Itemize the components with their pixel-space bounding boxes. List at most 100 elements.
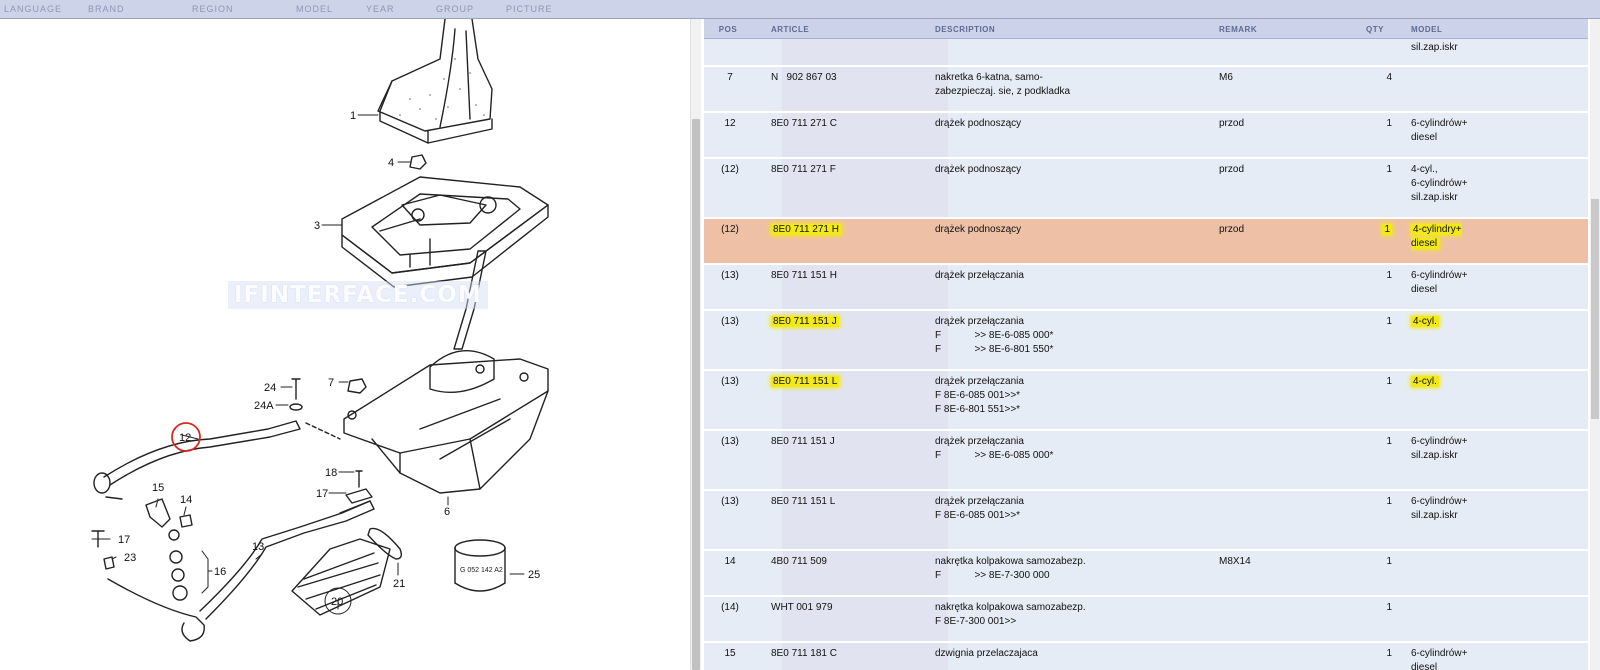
model-text: 4-cyl. [1411, 376, 1439, 387]
table-row[interactable]: (12) 8E0 711 271 H drążek podnoszący przod 1… [704, 219, 1588, 265]
model-text: 6-cylindrów+ sil.zap.iskr [1411, 496, 1468, 521]
cell-article: 8E0 711 151 L [771, 375, 840, 389]
table-row[interactable]: (12) 8E0 711 271 F drążek podnoszący przod 1… [704, 159, 1588, 219]
header-qty[interactable]: QTY [1366, 25, 1384, 34]
table-row[interactable]: (13) 8E0 711 151 L drążek przełączania F 8… [704, 371, 1588, 431]
pos-text: (12) [721, 224, 739, 235]
cell-pos: (13) [710, 435, 750, 449]
pos-text: 12 [724, 118, 736, 129]
desc-text: drążek podnoszący [935, 118, 1022, 129]
dashed-guide-drawing [305, 422, 341, 440]
desc-text: drążek przełączania F 8E-6-085 001>>* [935, 496, 1024, 521]
nav-group[interactable]: GROUP [436, 4, 474, 14]
callout-7[interactable]: 7 [328, 377, 334, 389]
pos-text: (13) [721, 270, 739, 281]
cell-desc: drążek przełączania F 8E-6-085 001>>* F … [935, 375, 1024, 417]
nut-7-drawing [347, 378, 367, 394]
desc-text: nakretka 6-katna, samo- zabezpieczaj. si… [935, 72, 1071, 97]
cell-model: 6-cylindrów+ sil.zap.iskr [1411, 435, 1467, 463]
cell-remark: przod [1219, 163, 1244, 177]
sleeve-stamp: G 052 142 A2 [460, 567, 503, 574]
callout-21[interactable]: 21 [393, 578, 405, 590]
callout-13[interactable]: 13 [252, 541, 264, 553]
article-text: 8E0 711 151 J [771, 316, 839, 327]
model-text: 6-cylindrów+ diesel [1411, 648, 1468, 670]
table-row[interactable]: 14 4B0 711 509 nakrętka kolpakowa samozabe… [704, 551, 1588, 597]
table-row[interactable]: sil.zap.iskr [704, 39, 1588, 67]
table-scrollbar[interactable] [1590, 19, 1600, 670]
callout-14[interactable]: 14 [180, 494, 192, 506]
desc-text: nakrętka kolpakowa samozabezp. F >> 8E-7… [935, 556, 1086, 581]
table-row[interactable]: (14) WHT 001 979 nakrętka kolpakowa samoza… [704, 597, 1588, 643]
cell-article: WHT 001 979 [771, 601, 833, 615]
cell-desc: dzwignia przelaczajaca [935, 647, 1038, 661]
qty-text: 1 [1386, 316, 1392, 327]
cell-article: 8E0 711 151 J [771, 435, 835, 449]
header-article[interactable]: ARTICLE [771, 25, 809, 34]
callout-3[interactable]: 3 [314, 220, 320, 232]
pos-text: (13) [721, 496, 739, 507]
cell-article: 8E0 711 151 L [771, 495, 835, 509]
washer-24a-drawing [289, 403, 303, 411]
qty-text: 1 [1386, 496, 1392, 507]
qty-text: 4 [1386, 72, 1392, 83]
diagram-scrollbar[interactable] [690, 19, 701, 670]
table-row[interactable]: (13) 8E0 711 151 J drążek przełączania F >… [704, 431, 1588, 491]
table-row[interactable]: 15 8E0 711 181 C dzwignia przelaczajaca 1 6-… [704, 643, 1588, 670]
callout-1[interactable]: 1 [350, 110, 356, 122]
nav-brand[interactable]: BRAND [88, 4, 125, 14]
cell-pos: (13) [710, 315, 750, 329]
callout-24[interactable]: 24 [264, 382, 276, 394]
table-row[interactable]: 12 8E0 711 271 C drążek podnoszący przod 1 6-… [704, 113, 1588, 159]
cell-desc: nakrętka kolpakowa samozabezp. F 8E-7-30… [935, 601, 1086, 629]
table-row[interactable]: (13) 8E0 711 151 J drążek przełączania F >… [704, 311, 1588, 371]
article-text: 8E0 711 151 L [771, 376, 840, 387]
qty-text: 1 [1386, 270, 1392, 281]
nav-region[interactable]: REGION [192, 4, 234, 14]
pos-text: 15 [724, 648, 736, 659]
table-row[interactable]: (13) 8E0 711 151 L drążek przełączania F 8… [704, 491, 1588, 551]
callout-18[interactable]: 17 [316, 488, 328, 500]
table-scrollbar-thumb[interactable] [1591, 199, 1599, 419]
model-text: 4-cyl., 6-cylindrów+ sil.zap.iskr [1411, 164, 1468, 203]
cell-article: 8E0 711 151 H [771, 269, 837, 283]
cover-plate-drawing [341, 176, 549, 288]
callout-19[interactable]: 18 [325, 467, 337, 479]
table-row[interactable]: (13) 8E0 711 151 H drążek przełączania 1 6-c… [704, 265, 1588, 311]
cell-pos: 14 [710, 555, 750, 569]
callout-4[interactable]: 4 [388, 157, 394, 169]
nav-language[interactable]: LANGUAGE [4, 4, 62, 14]
pos-text: (13) [721, 436, 739, 447]
callout-16[interactable]: 16 [214, 566, 226, 578]
callout-6[interactable]: 6 [444, 506, 450, 518]
cell-qty: 1 [1372, 269, 1392, 283]
nav-picture[interactable]: PICTURE [506, 4, 553, 14]
callout-25[interactable]: 25 [528, 569, 540, 581]
cell-qty: 1 [1372, 601, 1392, 615]
nav-year[interactable]: YEAR [366, 4, 395, 14]
cell-article: 8E0 711 271 H [771, 223, 841, 237]
cell-desc: drążek podnoszący [935, 223, 1021, 237]
callout-12[interactable]: 12 [179, 432, 191, 444]
header-model[interactable]: MODEL [1411, 25, 1442, 34]
header-description[interactable]: DESCRIPTION [935, 25, 995, 34]
model-text: 6-cylindrów+ diesel [1411, 270, 1468, 295]
callout-20[interactable]: 20 [331, 596, 343, 608]
nav-model[interactable]: MODEL [296, 4, 333, 14]
table-header: POS ARTICLE DESCRIPTION REMARK QTY MODEL [704, 19, 1588, 39]
diagram-scrollbar-thumb[interactable] [692, 119, 700, 670]
callout-23[interactable]: 23 [124, 552, 136, 564]
callout-24a[interactable]: 24A [254, 400, 274, 412]
table-row[interactable]: 7 N 902 867 03 nakretka 6-katna, samo- zab… [704, 67, 1588, 113]
desc-text: drążek przełączania F >> 8E-6-085 000* F… [935, 316, 1054, 355]
cell-model: sil.zap.iskr [1411, 41, 1458, 55]
model-text: 6-cylindrów+ diesel [1411, 118, 1468, 143]
callout-15[interactable]: 15 [152, 482, 164, 494]
callout-17[interactable]: 17 [118, 534, 130, 546]
cell-model: 4-cyl., 6-cylindrów+ sil.zap.iskr [1411, 163, 1467, 205]
parts-diagram: 1 4 3 7 24 24A 12 15 14 17 23 16 13 18 1… [0, 19, 683, 670]
header-pos[interactable]: POS [712, 25, 744, 34]
lever-15-drawing [145, 498, 171, 528]
header-remark[interactable]: REMARK [1219, 25, 1257, 34]
remark-text: M8X14 [1219, 556, 1251, 567]
